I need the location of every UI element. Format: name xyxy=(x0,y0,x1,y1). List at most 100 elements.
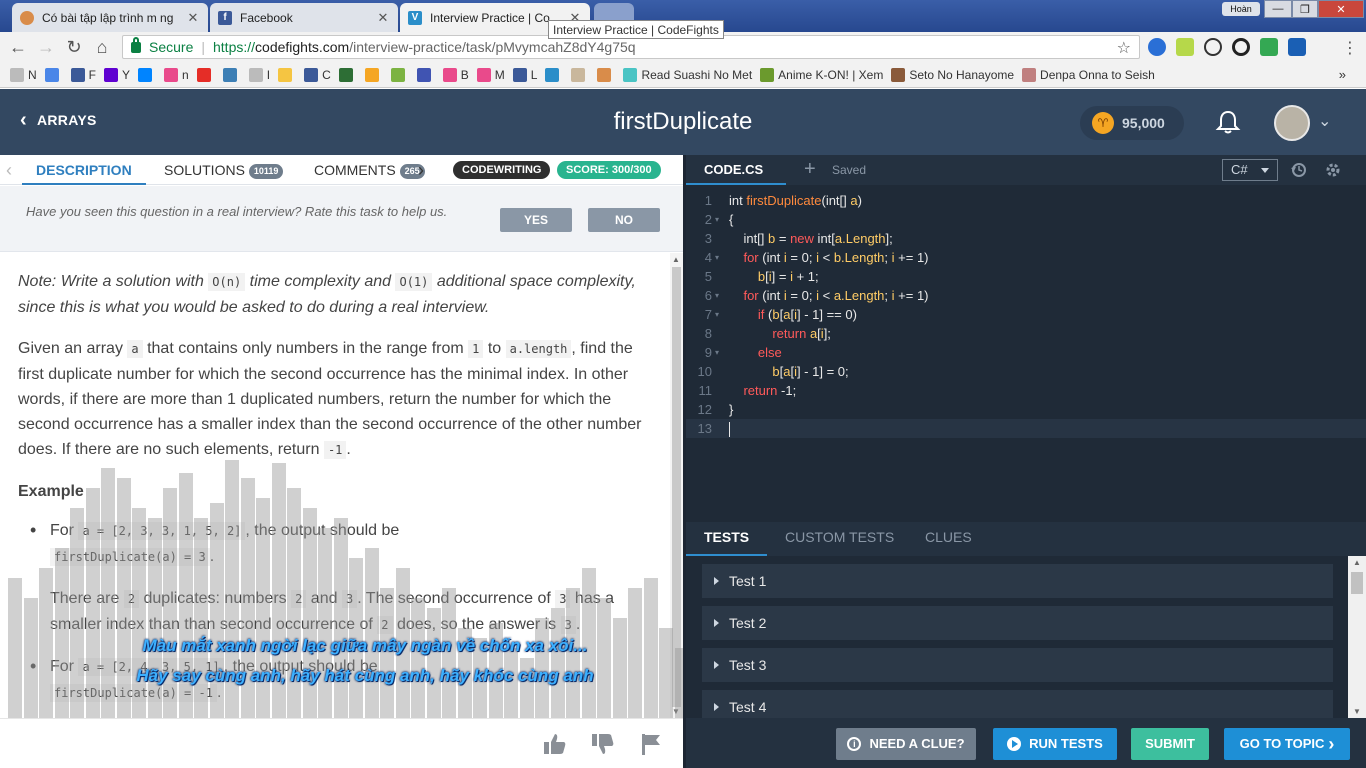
need-a-clue-button[interactable]: i NEED A CLUE? xyxy=(836,728,976,760)
back-arrow-icon[interactable]: ← xyxy=(4,37,32,58)
bookmark-item[interactable]: Anime K-ON! | Xem xyxy=(760,67,883,82)
reset-history-icon[interactable] xyxy=(1290,161,1308,179)
no-button[interactable]: NO xyxy=(588,208,660,232)
close-icon[interactable]: ✕ xyxy=(186,10,200,26)
avatar[interactable] xyxy=(1274,105,1310,141)
gear-icon[interactable] xyxy=(1324,161,1342,179)
bookmark-item[interactable] xyxy=(278,67,296,82)
bookmark-item[interactable] xyxy=(597,67,615,82)
extension-icon[interactable] xyxy=(1176,38,1194,56)
test-item[interactable]: Test 4 xyxy=(702,690,1333,718)
bookmark-star-icon[interactable]: ☆ xyxy=(1117,38,1131,58)
bookmark-item[interactable]: I xyxy=(248,67,270,82)
scroll-down-icon[interactable]: ▼ xyxy=(1353,707,1361,716)
chevron-right-icon[interactable]: › xyxy=(418,160,424,181)
code-line[interactable]: 2 ▾ { xyxy=(686,210,1366,229)
bookmark-item[interactable]: Read Suashi No Met xyxy=(623,67,752,82)
test-item[interactable]: Test 3 xyxy=(702,648,1333,682)
bookmark-item[interactable]: Denpa Onna to Seish xyxy=(1022,67,1155,82)
bookmark-item[interactable] xyxy=(44,67,63,82)
extension-icon[interactable] xyxy=(1148,38,1166,56)
code-line[interactable]: 10 b[a[i] - 1] = 0; xyxy=(686,362,1366,381)
test-item[interactable]: Test 1 xyxy=(702,564,1333,598)
chevron-down-icon[interactable]: ⌄ xyxy=(1318,111,1331,131)
run-tests-button[interactable]: RUN TESTS xyxy=(993,728,1117,760)
bookmark-item[interactable]: Seto No Hanayome xyxy=(891,67,1014,82)
flag-icon[interactable] xyxy=(638,731,664,757)
fold-arrow-icon[interactable]: ▾ xyxy=(715,248,719,267)
close-icon[interactable]: ✕ xyxy=(376,10,390,26)
test-item[interactable]: Test 2 xyxy=(702,606,1333,640)
fold-arrow-icon[interactable]: ▾ xyxy=(715,305,719,324)
scroll-up-icon[interactable]: ▲ xyxy=(1353,558,1361,567)
code-line[interactable]: 8 return a[i]; xyxy=(686,324,1366,343)
bookmark-item[interactable] xyxy=(338,67,357,82)
bookmark-item[interactable] xyxy=(416,67,435,82)
bookmark-item[interactable]: n xyxy=(164,67,189,82)
maximize-button[interactable]: ❐ xyxy=(1292,0,1318,18)
home-icon[interactable]: ⌂ xyxy=(88,37,116,58)
tab-comments[interactable]: COMMENTS 265 xyxy=(314,155,425,185)
bookmark-item[interactable] xyxy=(138,67,156,82)
extension-icon[interactable] xyxy=(1232,38,1250,56)
bookmark-item[interactable] xyxy=(222,67,241,82)
extension-icon[interactable] xyxy=(1204,38,1222,56)
code-line[interactable]: 5 b[i] = i + 1; xyxy=(686,267,1366,286)
yes-button[interactable]: YES xyxy=(500,208,572,232)
minimize-button[interactable]: — xyxy=(1264,0,1292,18)
go-to-topic-button[interactable]: GO TO TOPIC › xyxy=(1224,728,1350,760)
tab-custom-tests[interactable]: CUSTOM TESTS xyxy=(785,522,894,556)
code-line[interactable]: 1 int firstDuplicate(int[] a) xyxy=(686,191,1366,210)
code-line[interactable]: 6 ▾ for (int i = 0; i < a.Length; i += 1) xyxy=(686,286,1366,305)
code-line[interactable]: 12} xyxy=(686,400,1366,419)
code-line[interactable]: 11 return -1; xyxy=(686,381,1366,400)
scroll-up-icon[interactable]: ▲ xyxy=(672,255,680,264)
add-file-icon[interactable]: + xyxy=(804,158,816,181)
code-line[interactable]: 3 int[] b = new int[a.Length]; xyxy=(686,229,1366,248)
secure-indicator[interactable]: Secure xyxy=(131,36,193,55)
fold-arrow-icon[interactable]: ▾ xyxy=(715,210,719,229)
reload-icon[interactable]: ↻ xyxy=(60,37,88,58)
coin-balance[interactable]: ♈ 95,000 xyxy=(1080,106,1184,140)
bookmark-item[interactable] xyxy=(571,67,589,82)
bookmark-item[interactable]: F xyxy=(70,67,96,82)
browser-menu-icon[interactable]: ⋮ xyxy=(1342,38,1358,58)
bookmark-item[interactable]: Y xyxy=(104,67,130,82)
bookmark-item[interactable] xyxy=(364,67,383,82)
bookmark-item[interactable]: B xyxy=(442,67,469,82)
bookmark-item[interactable]: L xyxy=(512,67,537,82)
code-line[interactable]: 4 ▾ for (int i = 0; i < b.Length; i += 1) xyxy=(686,248,1366,267)
chevron-left-icon[interactable]: ‹ xyxy=(6,160,12,181)
tab-tests[interactable]: TESTS xyxy=(686,522,768,556)
bookmark-item[interactable] xyxy=(196,67,215,82)
tab-clues[interactable]: CLUES xyxy=(925,522,972,556)
bell-icon[interactable] xyxy=(1215,109,1241,135)
code-line[interactable]: 13 xyxy=(686,419,1366,438)
extension-icon[interactable] xyxy=(1260,38,1278,56)
tab-description[interactable]: DESCRIPTION xyxy=(22,155,146,185)
code-editor[interactable]: 1 int firstDuplicate(int[] a) 2 ▾{3 int[] b… xyxy=(686,185,1366,522)
code-line[interactable]: 9 ▾ else xyxy=(686,343,1366,362)
extension-icon[interactable] xyxy=(1288,38,1306,56)
scroll-down-icon[interactable]: ▼ xyxy=(672,707,680,716)
thumbs-down-icon[interactable] xyxy=(590,731,616,757)
profile-chip[interactable]: Hoàn xyxy=(1222,2,1260,16)
browser-tab-2[interactable]: f Facebook ✕ xyxy=(210,3,398,32)
scrollbar-thumb[interactable] xyxy=(1351,572,1363,594)
submit-button[interactable]: SUBMIT xyxy=(1131,728,1209,760)
bookmark-item[interactable] xyxy=(545,67,563,82)
fold-arrow-icon[interactable]: ▾ xyxy=(715,286,719,305)
browser-tab-1[interactable]: Có bài tập lập trình m ng ✕ xyxy=(12,3,208,32)
code-line[interactable]: 7 ▾ if (b[a[i] - 1] == 0) xyxy=(686,305,1366,324)
tab-solutions[interactable]: SOLUTIONS 10119 xyxy=(164,155,284,185)
bookmarks-overflow-icon[interactable]: » xyxy=(1339,67,1346,82)
bookmark-item[interactable]: M xyxy=(476,67,505,82)
bookmark-item[interactable]: C xyxy=(304,67,331,82)
window-close-button[interactable]: ✕ xyxy=(1318,0,1364,18)
bookmark-item[interactable] xyxy=(390,67,409,82)
forward-arrow-icon[interactable]: → xyxy=(32,37,60,58)
thumbs-up-icon[interactable] xyxy=(542,731,568,757)
tests-scrollbar[interactable]: ▲ ▼ xyxy=(1348,556,1366,718)
language-select[interactable]: C# xyxy=(1222,159,1278,181)
tab-code-file[interactable]: CODE.CS xyxy=(686,155,786,185)
